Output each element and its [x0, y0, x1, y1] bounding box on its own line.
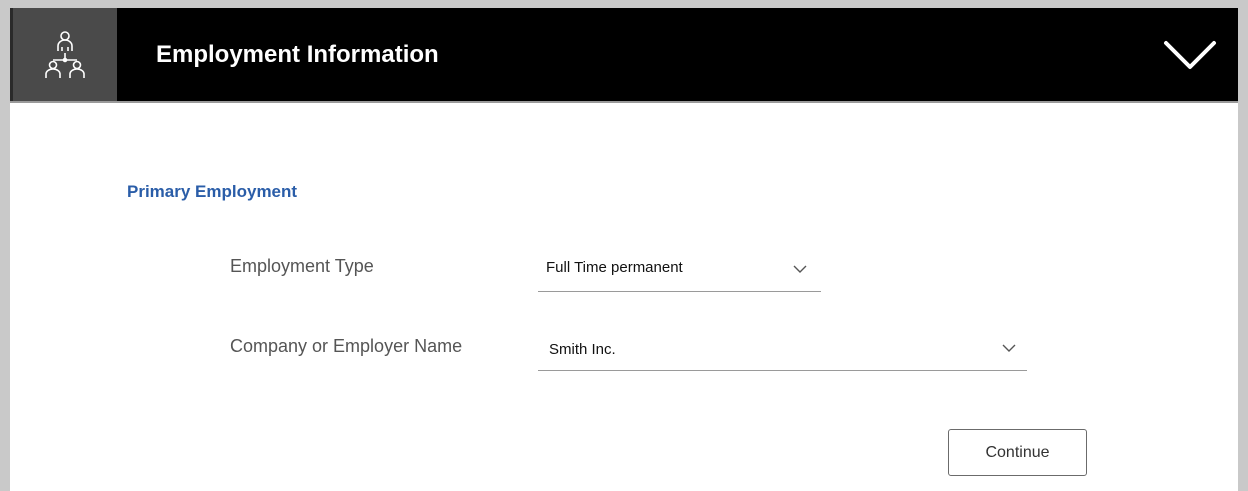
employer-name-label: Company or Employer Name: [230, 336, 463, 356]
chevron-down-icon: [793, 265, 807, 273]
chevron-down-icon: [1164, 41, 1216, 69]
page-title: Employment Information: [156, 41, 439, 68]
chevron-down-icon: [1002, 344, 1016, 352]
continue-button[interactable]: Continue: [948, 429, 1087, 476]
section-title: Primary Employment: [127, 182, 298, 201]
accordion-header[interactable]: Employment Information: [10, 8, 1238, 103]
employer-name-select[interactable]: Smith Inc.: [538, 331, 1027, 371]
collapse-toggle[interactable]: [1160, 30, 1220, 80]
employment-type-select[interactable]: Full Time permanent: [538, 252, 821, 292]
header-icon-box: [10, 8, 117, 101]
org-chart-icon: [45, 30, 85, 78]
employer-name-value: Smith Inc.: [549, 341, 616, 358]
employment-type-label: Employment Type: [230, 256, 374, 276]
employment-type-value: Full Time permanent: [546, 259, 683, 276]
